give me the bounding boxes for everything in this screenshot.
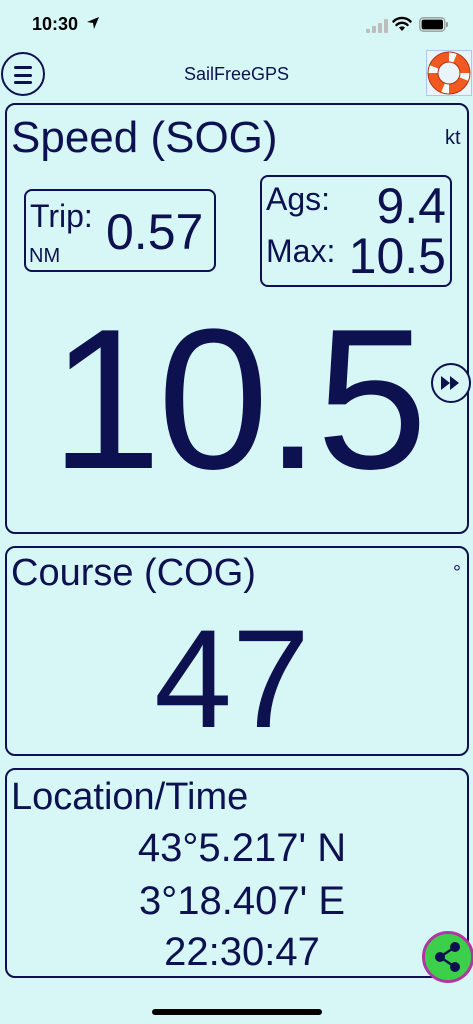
course-title: Course (COG) bbox=[11, 552, 256, 594]
speed-title: Speed (SOG) bbox=[11, 113, 278, 162]
navigation-bar: SailFreeGPS bbox=[0, 50, 473, 100]
latitude: 43°5.217' N bbox=[137, 826, 347, 870]
fast-forward-button[interactable] bbox=[431, 363, 471, 403]
course-panel[interactable]: Course (COG) ° 47 bbox=[5, 546, 469, 757]
app-title: SailFreeGPS bbox=[183, 64, 290, 84]
max-label: Max: bbox=[266, 233, 336, 269]
battery-icon bbox=[419, 17, 448, 32]
speed-panel[interactable]: Speed (SOG) kt Trip: NM 0.57 Ags: 9.4 Ma… bbox=[5, 103, 471, 534]
trip-box[interactable]: Trip: NM 0.57 bbox=[24, 189, 216, 272]
fast-forward-icon bbox=[441, 376, 459, 390]
longitude: 3°18.407' E bbox=[138, 879, 345, 923]
cellular-signal-icon bbox=[366, 19, 388, 33]
status-bar: 10:30 bbox=[0, 0, 473, 50]
trip-label: Trip: bbox=[30, 198, 93, 234]
share-button[interactable] bbox=[422, 931, 473, 983]
speed-value: 10.5 bbox=[50, 288, 427, 511]
course-value: 47 bbox=[154, 600, 310, 757]
avg-max-box[interactable]: Ags: 9.4 Max: 10.5 bbox=[260, 175, 452, 287]
time-value: 22:30:47 bbox=[164, 930, 320, 974]
max-value: 10.5 bbox=[348, 228, 446, 284]
speed-unit: kt bbox=[445, 127, 461, 149]
lifebuoy-icon bbox=[427, 51, 471, 95]
status-time: 10:30 bbox=[32, 14, 79, 34]
share-icon bbox=[435, 942, 460, 972]
avg-label: Ags: bbox=[266, 181, 331, 217]
course-unit: ° bbox=[453, 562, 461, 584]
location-title: Location/Time bbox=[11, 776, 249, 818]
location-arrow-icon bbox=[87, 17, 99, 29]
lifebuoy-button[interactable] bbox=[426, 50, 472, 96]
home-indicator[interactable] bbox=[152, 1009, 322, 1015]
trip-value: 0.57 bbox=[106, 204, 204, 260]
wifi-icon bbox=[392, 16, 412, 31]
location-panel[interactable]: Location/Time 43°5.217' N 3°18.407' E 22… bbox=[5, 768, 469, 978]
trip-unit: NM bbox=[29, 245, 61, 267]
